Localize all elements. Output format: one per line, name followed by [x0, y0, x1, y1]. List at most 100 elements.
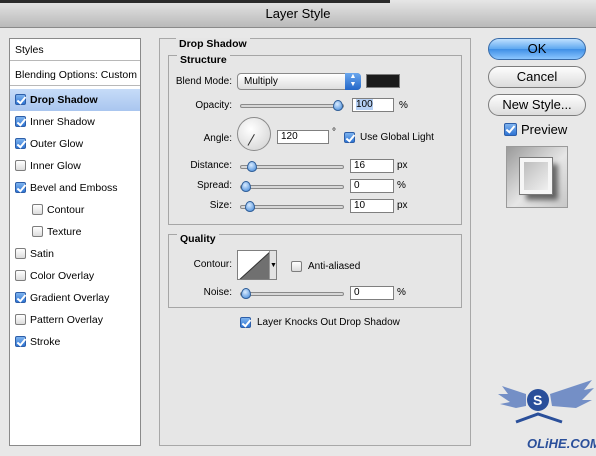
style-item-label: Inner Shadow	[30, 116, 95, 128]
contour-dropdown-arrow-icon[interactable]: ▼	[269, 251, 276, 279]
distance-value: 16	[354, 160, 366, 171]
opacity-field[interactable]: 100	[352, 98, 394, 112]
style-item-bevel-and-emboss[interactable]: Bevel and Emboss	[10, 177, 140, 199]
opacity-unit: %	[399, 100, 408, 111]
noise-field[interactable]: 0	[350, 286, 394, 300]
spread-unit: %	[397, 180, 406, 191]
preview-checkbox[interactable]	[504, 123, 517, 136]
style-item-satin[interactable]: Satin	[10, 243, 140, 265]
style-item-checkbox[interactable]	[32, 226, 43, 237]
style-item-label: Drop Shadow	[30, 94, 98, 106]
style-item-inner-glow[interactable]: Inner Glow	[10, 155, 140, 177]
style-item-label: Stroke	[30, 336, 61, 348]
top-dark-strip	[0, 0, 390, 3]
style-item-checkbox[interactable]	[15, 314, 26, 325]
style-item-pattern-overlay[interactable]: Pattern Overlay	[10, 309, 140, 331]
spread-field[interactable]: 0	[350, 179, 394, 193]
angle-unit: °	[332, 127, 336, 138]
shadow-color-swatch[interactable]	[366, 74, 400, 88]
noise-unit: %	[397, 287, 406, 298]
style-item-label: Gradient Overlay	[30, 292, 110, 304]
distance-label: Distance:	[190, 160, 232, 171]
style-item-label: Texture	[47, 226, 82, 238]
noise-value: 0	[354, 287, 360, 298]
style-item-checkbox[interactable]	[15, 116, 26, 127]
angle-dial-hand	[247, 134, 255, 146]
spread-value: 0	[354, 180, 360, 191]
use-global-light-checkbox[interactable]	[344, 132, 355, 143]
anti-aliased-checkbox[interactable]	[291, 261, 302, 272]
style-item-checkbox[interactable]	[15, 270, 26, 281]
style-item-checkbox[interactable]	[15, 94, 26, 105]
style-item-label: Bevel and Emboss	[30, 182, 118, 194]
contour-label: Contour:	[193, 259, 232, 270]
style-item-checkbox[interactable]	[15, 160, 26, 171]
blending-options-label: Blending Options: Custom	[15, 69, 137, 81]
style-item-label: Pattern Overlay	[30, 314, 103, 326]
distance-slider-knob[interactable]	[247, 161, 258, 172]
select-arrows-icon: ▲ ▼	[345, 73, 361, 90]
noise-slider[interactable]	[240, 288, 344, 299]
style-item-checkbox[interactable]	[15, 248, 26, 259]
style-item-label: Contour	[47, 204, 85, 216]
opacity-slider-knob[interactable]	[333, 100, 343, 111]
style-item-checkbox[interactable]	[15, 182, 26, 193]
distance-field[interactable]: 16	[350, 159, 394, 173]
blend-mode-value: Multiply	[244, 76, 278, 87]
distance-unit: px	[397, 160, 408, 171]
blend-mode-label: Blend Mode:	[175, 76, 232, 87]
angle-dial[interactable]	[237, 117, 271, 151]
quality-title: Quality	[177, 233, 219, 245]
style-item-label: Satin	[30, 248, 54, 260]
style-item-contour[interactable]: Contour	[10, 199, 140, 221]
spread-label: Spread:	[196, 180, 232, 191]
window-title: Layer Style	[265, 6, 331, 21]
noise-slider-knob[interactable]	[241, 288, 251, 299]
opacity-value: 100	[356, 99, 373, 110]
style-item-checkbox[interactable]	[15, 138, 26, 149]
anti-aliased-label: Anti-aliased	[308, 261, 361, 272]
opacity-label: Opacity:	[195, 100, 232, 111]
blend-mode-select[interactable]: Multiply ▲ ▼	[237, 73, 361, 90]
knockout-label: Layer Knocks Out Drop Shadow	[257, 317, 400, 328]
cancel-button[interactable]: Cancel	[488, 66, 586, 88]
angle-value: 120	[281, 131, 298, 142]
size-field[interactable]: 10	[350, 199, 394, 213]
angle-label: Angle:	[203, 133, 232, 144]
panel-title: Drop Shadow	[176, 38, 250, 50]
use-global-light-label: Use Global Light	[360, 132, 434, 143]
style-item-outer-glow[interactable]: Outer Glow	[10, 133, 140, 155]
spread-slider[interactable]	[240, 181, 344, 192]
size-slider[interactable]	[240, 201, 344, 212]
structure-group: Structure Blend Mode: Multiply ▲ ▼ Opacit…	[168, 54, 462, 225]
size-label: Size:	[209, 200, 232, 211]
winged-logo-icon: S	[498, 380, 594, 424]
style-item-drop-shadow[interactable]: Drop Shadow	[10, 89, 140, 111]
style-item-label: Color Overlay	[30, 270, 95, 282]
style-item-stroke[interactable]: Stroke	[10, 331, 140, 353]
new-style-button[interactable]: New Style...	[488, 94, 586, 116]
spread-slider-knob[interactable]	[241, 181, 251, 192]
size-value: 10	[354, 200, 366, 211]
style-item-checkbox[interactable]	[15, 336, 26, 347]
angle-field[interactable]: 120	[277, 130, 329, 144]
style-item-color-overlay[interactable]: Color Overlay	[10, 265, 140, 287]
contour-curve-icon	[239, 251, 272, 279]
watermark-text: OLiHE.COM	[527, 436, 596, 451]
knockout-checkbox[interactable]	[240, 317, 251, 328]
style-item-checkbox[interactable]	[32, 204, 43, 215]
style-item-gradient-overlay[interactable]: Gradient Overlay	[10, 287, 140, 309]
style-item-checkbox[interactable]	[15, 292, 26, 303]
style-item-inner-shadow[interactable]: Inner Shadow	[10, 111, 140, 133]
distance-slider[interactable]	[240, 161, 344, 172]
styles-header[interactable]: Styles	[10, 39, 140, 61]
blending-options-item[interactable]: Blending Options: Custom	[10, 64, 140, 86]
style-item-label: Outer Glow	[30, 138, 84, 150]
size-slider-knob[interactable]	[244, 201, 255, 212]
noise-label: Noise:	[203, 287, 232, 298]
opacity-slider[interactable]	[240, 100, 344, 111]
contour-picker[interactable]: ▼	[237, 250, 277, 280]
style-item-texture[interactable]: Texture	[10, 221, 140, 243]
ok-button[interactable]: OK	[488, 38, 586, 60]
structure-title: Structure	[177, 54, 230, 66]
